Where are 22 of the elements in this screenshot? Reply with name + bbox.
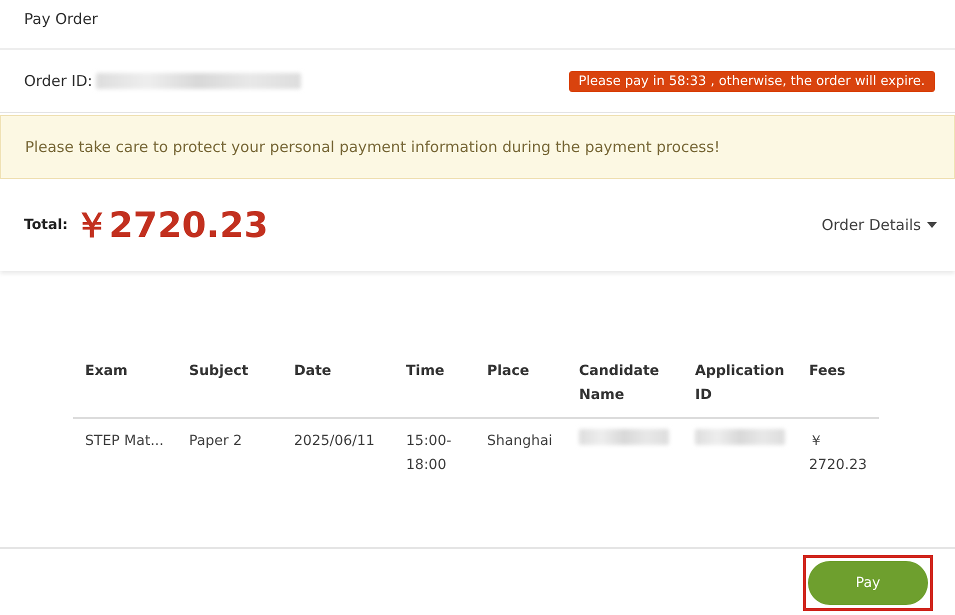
column-header: Time (406, 363, 444, 379)
table-cell: 2025/06/11 (294, 433, 375, 449)
order-details-link[interactable]: Order Details (822, 216, 937, 234)
countdown-badge: Please pay in 58:33 , otherwise, the order will expire. (568, 70, 935, 92)
table-cell: 15:00-18:00 (406, 433, 452, 473)
column-header: Subject (189, 363, 248, 379)
column-header: Exam (85, 363, 128, 379)
table-cell: ￥ 2720.23 (809, 433, 867, 473)
column-header: Fees (809, 363, 846, 379)
page-title: Pay Order (24, 10, 98, 28)
caret-icon (927, 222, 937, 228)
total-amount: ￥2720.23 (74, 204, 268, 248)
table-cell: Paper 2 (189, 433, 242, 449)
column-header: Candidate Name (579, 363, 660, 403)
total-label: Total: (24, 217, 68, 233)
column-header: Application ID (695, 363, 784, 403)
table-cell: STEP Mat... (85, 433, 164, 449)
column-header: Date (294, 363, 332, 379)
column-header: Place (487, 363, 530, 379)
order-id-label: Order ID: (24, 72, 92, 90)
table-cell: Shanghai (487, 433, 552, 449)
security-notice: Please take care to protect your personal payment information during the payment process! (25, 138, 720, 156)
